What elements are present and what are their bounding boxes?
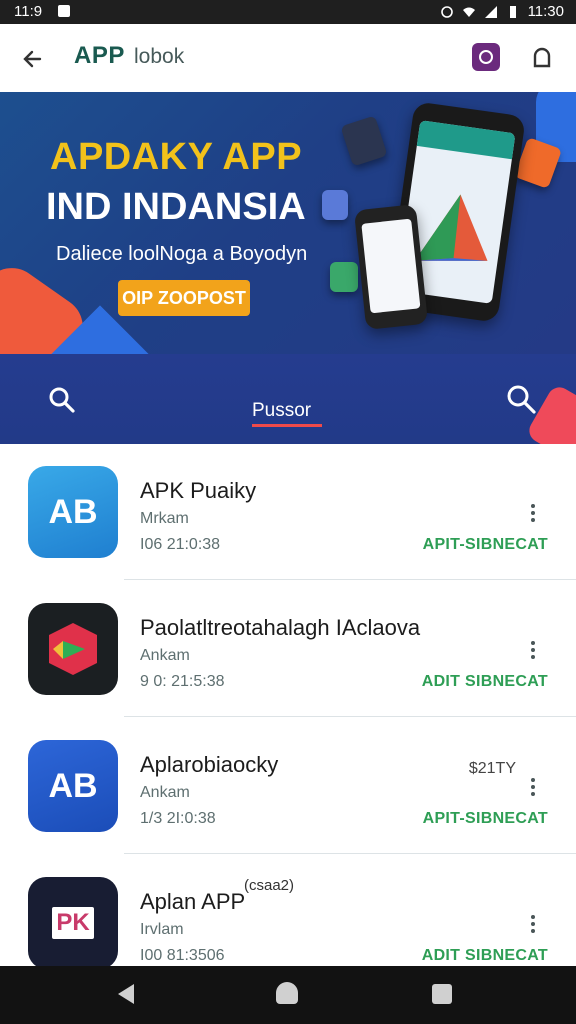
back-arrow-icon[interactable] — [18, 44, 48, 74]
nav-recents-icon[interactable] — [432, 984, 452, 1004]
alarm-icon — [440, 5, 453, 18]
tab-indicator — [252, 424, 322, 427]
icon-letters: AB — [48, 766, 98, 805]
pk-icon[interactable]: PK — [28, 877, 118, 966]
floating-cube-icon — [330, 262, 358, 292]
phone-small-screen — [361, 218, 421, 314]
banner-subtitle: Daliece loolNoga a Boyodyn — [56, 243, 308, 265]
app-developer: Mrkam — [140, 510, 189, 527]
app-bar: APP lobok — [0, 24, 576, 92]
app-action-button[interactable]: ADIT SIBNECAT — [422, 947, 548, 965]
nav-home-icon[interactable] — [276, 982, 298, 1004]
list-item[interactable]: Paolatltreotahalagh IAclaova Ankam 9 0: … — [0, 581, 576, 717]
status-bar: 11:9 11:30 — [0, 0, 576, 24]
app-extra: (csaa2) — [244, 877, 295, 894]
system-nav-bar — [0, 966, 576, 1024]
floating-cube-icon — [322, 190, 348, 220]
gem-shape-icon — [49, 623, 97, 675]
status-time-right: 11:30 — [527, 3, 564, 20]
icon-letters: PK — [52, 907, 94, 939]
search-tab[interactable]: Pussor — [252, 400, 311, 422]
app-developer: Ankam — [140, 784, 190, 801]
status-right-group: 11:30 — [440, 3, 564, 20]
app-action-button[interactable]: ADIT SIBNECAT — [422, 673, 548, 691]
app-action-button[interactable]: APIT-SIBNECAT — [423, 536, 548, 554]
search-band: Pussor — [0, 354, 576, 465]
banner-cta-button[interactable]: OIP ZOOPOST — [118, 280, 250, 316]
divider — [124, 716, 576, 717]
status-time-left: 11:9 — [14, 3, 43, 20]
app-subtitle: lobok — [134, 45, 185, 68]
signal-icon — [484, 5, 497, 18]
list-item[interactable]: AB Aplarobiaocky $21TY Ankam 1/3 2I:0:38… — [0, 718, 576, 854]
app-price: $21TY — [468, 760, 516, 777]
search-icon-right[interactable] — [504, 382, 538, 416]
app-meta: I06 21:0:38 — [140, 536, 221, 553]
banner-title: APDAKY APP — [50, 136, 303, 178]
app-meta: 9 0: 21:5:38 — [140, 673, 225, 690]
camera-icon[interactable] — [472, 43, 500, 71]
app-name: APK Puaiky — [140, 478, 257, 503]
list-item[interactable]: PK Aplan APP (csaa2) Irvlam I00 81:3506 … — [0, 855, 576, 966]
divider — [124, 579, 576, 580]
nav-back-icon[interactable] — [118, 984, 134, 1004]
app-name: Paolatltreotahalagh IAclaova — [140, 615, 421, 640]
ab2-icon[interactable]: AB — [28, 740, 118, 832]
notification-icon — [58, 5, 70, 17]
more-vert-icon[interactable] — [530, 639, 536, 661]
gem-icon[interactable] — [28, 603, 118, 695]
search-icon[interactable] — [46, 384, 78, 416]
wifi-icon — [462, 7, 475, 17]
banner-title-2: IND INDANSIA — [46, 186, 306, 228]
more-vert-icon[interactable] — [530, 776, 536, 798]
ab-icon[interactable]: AB — [28, 466, 118, 558]
list-item[interactable]: AB APK Puaiky Mrkam I06 21:0:38 APIT-SIB… — [0, 444, 576, 580]
app-name: Aplarobiaocky — [140, 752, 279, 777]
promo-banner[interactable]: APDAKY APP IND INDANSIA Daliece loolNoga… — [0, 92, 576, 354]
app-developer: Ankam — [140, 647, 190, 664]
battery-icon — [509, 5, 516, 18]
app-title: APP — [74, 42, 125, 69]
app-developer: Irvlam — [140, 921, 184, 938]
icon-letters: AB — [48, 492, 98, 531]
more-vert-icon[interactable] — [530, 502, 536, 524]
app-list: AB APK Puaiky Mrkam I06 21:0:38 APIT-SIB… — [0, 444, 576, 966]
divider — [124, 853, 576, 854]
app-action-button[interactable]: APIT-SIBNECAT — [423, 810, 548, 828]
floating-cube-icon — [340, 115, 388, 167]
more-vert-icon[interactable] — [530, 913, 536, 935]
phone-small-illustration — [353, 204, 429, 330]
app-meta: 1/3 2I:0:38 — [140, 810, 216, 827]
app-meta: I00 81:3506 — [140, 947, 225, 964]
profile-icon[interactable] — [528, 44, 556, 72]
app-name: Aplan APP — [140, 889, 246, 914]
